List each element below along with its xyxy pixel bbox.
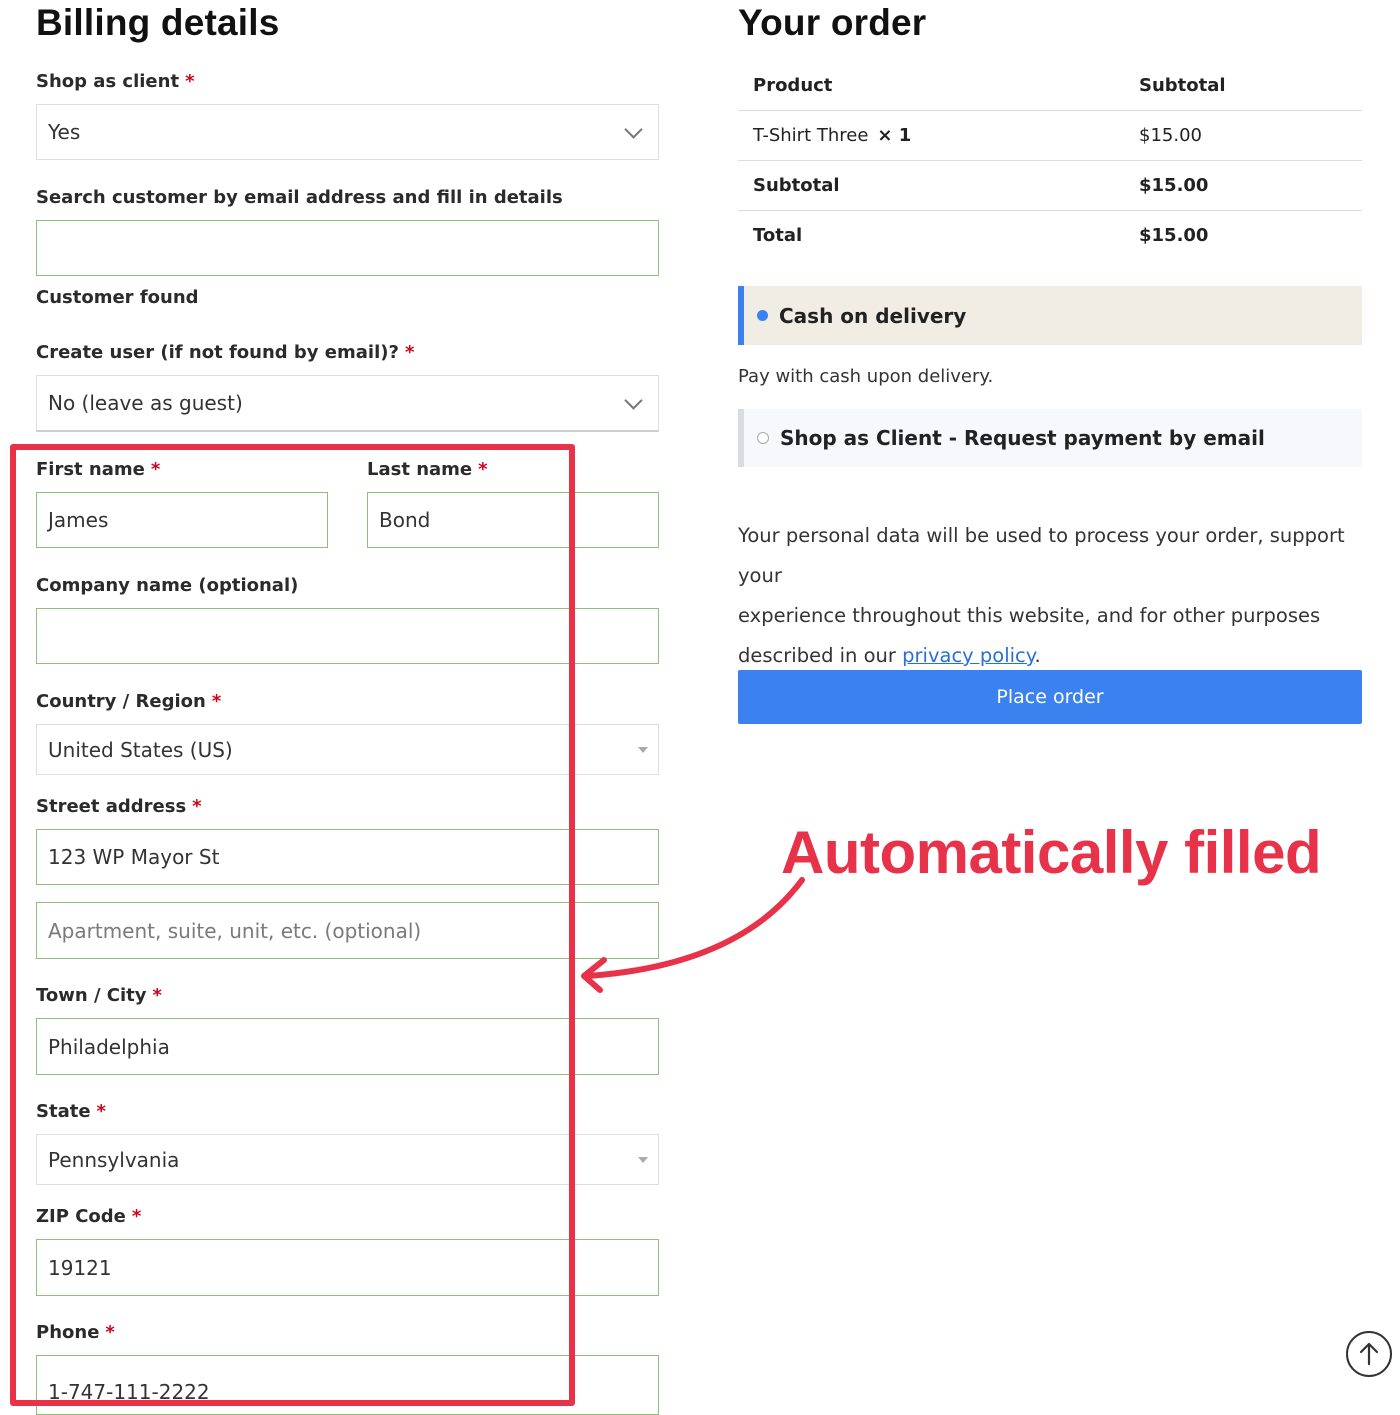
item-name: T-Shirt Three (753, 124, 869, 146)
create-user-label: Create user (if not found by email)? * (36, 342, 415, 363)
total-value: $15.00 (1139, 224, 1209, 246)
customer-found-text: Customer found (36, 287, 199, 308)
payment-method-email[interactable]: Shop as Client - Request payment by emai… (738, 409, 1362, 467)
search-customer-label: Search customer by email address and fil… (36, 187, 563, 208)
subtotal-column-header: Subtotal (1139, 74, 1226, 96)
order-item-row: T-Shirt Three × 1 $15.00 (738, 110, 1362, 161)
shop-as-client-value: Yes (48, 120, 81, 144)
privacy-notice: Your personal data will be used to proce… (738, 524, 1345, 667)
radio-selected-icon[interactable] (757, 310, 768, 321)
shop-as-client-label: Shop as client * (36, 71, 195, 92)
highlight-box (10, 444, 575, 1406)
payment-method-cod[interactable]: Cash on delivery (738, 286, 1362, 345)
chevron-down-icon (624, 391, 643, 410)
order-subtotal-row: Subtotal $15.00 (738, 160, 1362, 211)
subtotal-value: $15.00 (1139, 174, 1209, 196)
shop-as-client-select[interactable]: Yes (36, 104, 659, 160)
chevron-down-icon (624, 120, 643, 139)
search-customer-input[interactable] (36, 220, 659, 276)
place-order-button[interactable]: Place order (738, 670, 1362, 724)
item-price: $15.00 (1139, 124, 1202, 146)
item-quantity: × 1 (877, 124, 912, 146)
caret-down-icon (638, 746, 648, 753)
total-label: Total (753, 224, 803, 246)
arrow-up-icon (1359, 1342, 1379, 1366)
billing-title: Billing details (36, 2, 280, 43)
product-column-header: Product (753, 74, 833, 96)
order-total-row: Total $15.00 (738, 210, 1362, 260)
payment-method-cod-description: Pay with cash upon delivery. (738, 366, 994, 387)
privacy-policy-link[interactable]: privacy policy (902, 644, 1034, 667)
order-title: Your order (738, 2, 927, 43)
create-user-select[interactable]: No (leave as guest) (36, 375, 659, 432)
annotation-arrow-icon (581, 877, 805, 993)
order-table-header: Product Subtotal (738, 60, 1362, 111)
radio-unselected-icon[interactable] (757, 432, 769, 444)
annotation-text: Automatically filled (781, 819, 1322, 886)
caret-down-icon (638, 1156, 648, 1163)
scroll-to-top-button[interactable] (1346, 1331, 1392, 1377)
subtotal-label: Subtotal (753, 174, 840, 196)
payment-method-email-label: Shop as Client - Request payment by emai… (780, 426, 1265, 450)
create-user-value: No (leave as guest) (48, 391, 243, 415)
payment-method-cod-label: Cash on delivery (779, 303, 967, 328)
